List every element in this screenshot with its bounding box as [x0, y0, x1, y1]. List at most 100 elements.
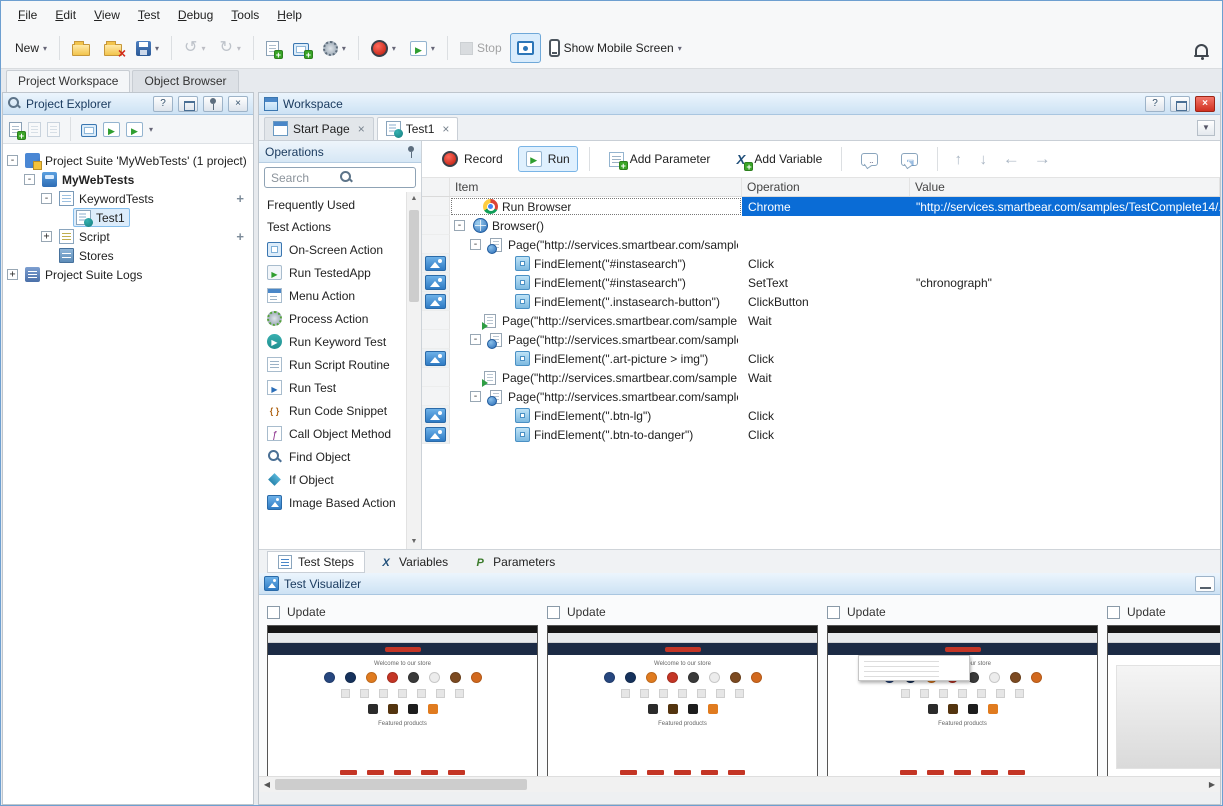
test-step-row[interactable]: -Page("http://services.smartbear.com/sam… — [422, 330, 1220, 349]
increase-indent-button[interactable]: → — [1030, 149, 1054, 169]
pin-icon[interactable] — [407, 146, 415, 159]
run-selected-icon[interactable] — [126, 122, 143, 137]
operations-group-frequently-used[interactable]: Frequently Used — [259, 194, 406, 216]
expander-icon[interactable]: - — [24, 174, 35, 185]
scroll-down-icon[interactable]: ▼ — [407, 535, 421, 549]
help-button[interactable]: ? — [1145, 96, 1165, 112]
visualizer-screenshot[interactable]: Welcome to our storeFeatured products — [267, 625, 538, 776]
tab-test1[interactable]: Test1× — [377, 117, 459, 140]
menu-item-test[interactable]: Test — [129, 4, 169, 26]
tree-row-script[interactable]: +Script+ — [3, 227, 253, 246]
add-child-button[interactable]: + — [236, 191, 244, 206]
test-step-row[interactable]: -Page("http://services.smartbear.com/sam… — [422, 387, 1220, 406]
expander-icon[interactable]: + — [41, 231, 52, 242]
run-project-icon[interactable] — [103, 122, 120, 137]
test-step-row[interactable]: Run BrowserChrome"http://services.smartb… — [422, 197, 1220, 216]
test-step-row[interactable]: Page("http://services.smartbear.com/samp… — [422, 311, 1220, 330]
test-step-row[interactable]: FindElement(".art-picture > img")Click — [422, 349, 1220, 368]
float-panel-button[interactable] — [178, 96, 198, 112]
scroll-up-icon[interactable]: ▲ — [407, 192, 421, 206]
test-step-row[interactable]: Page("http://services.smartbear.com/samp… — [422, 368, 1220, 387]
operation-image-based-action[interactable]: Image Based Action — [259, 491, 406, 514]
add-new-item-icon[interactable]: + — [9, 122, 22, 137]
expander-icon[interactable]: + — [7, 269, 18, 280]
mode-tab-project-workspace[interactable]: Project Workspace — [6, 70, 130, 92]
visualizer-screenshot[interactable]: Welcome to our storeFeatured products — [827, 625, 1098, 776]
column-header-operation[interactable]: Operation — [742, 178, 910, 196]
update-checkbox[interactable] — [547, 606, 560, 619]
move-down-button[interactable]: ↓ — [974, 151, 992, 168]
add-tested-app-button[interactable]: + — [287, 33, 315, 63]
visualizer-frame-icon[interactable] — [425, 427, 446, 442]
add-comment-button[interactable] — [853, 148, 886, 171]
help-button[interactable]: ? — [153, 96, 173, 112]
visualizer-frame-icon[interactable] — [425, 275, 446, 290]
add-child-button[interactable]: + — [236, 229, 244, 244]
operations-search-input[interactable]: Search — [264, 167, 416, 188]
tree-row-project-suite-logs[interactable]: +Project Suite Logs — [3, 265, 253, 284]
menu-item-help[interactable]: Help — [268, 4, 311, 26]
visualizer-frame-icon[interactable] — [425, 408, 446, 423]
update-checkbox[interactable] — [267, 606, 280, 619]
close-tab-icon[interactable]: × — [442, 122, 449, 136]
view-organizer-icon[interactable] — [81, 124, 97, 137]
test-step-row[interactable]: FindElement(".btn-lg")Click — [422, 406, 1220, 425]
move-up-button[interactable]: ↑ — [949, 151, 967, 168]
menu-item-file[interactable]: File — [9, 4, 46, 26]
close-project-button[interactable] — [98, 33, 128, 63]
operation-run-keyword-test[interactable]: Run Keyword Test — [259, 330, 406, 353]
notifications-button[interactable] — [1189, 33, 1214, 63]
operation-if-object[interactable]: If Object — [259, 468, 406, 491]
display-object-spy-toggle[interactable] — [510, 33, 541, 63]
operation-on-screen-action[interactable]: On-Screen Action — [259, 238, 406, 261]
tab-test-steps[interactable]: Test Steps — [267, 551, 365, 573]
test-step-row[interactable]: FindElement("#instasearch")SetText"chron… — [422, 273, 1220, 292]
expander-icon[interactable]: - — [470, 334, 481, 345]
close-tab-icon[interactable]: × — [358, 122, 365, 136]
add-variable-button[interactable]: X+Add Variable — [725, 147, 830, 172]
open-button[interactable] — [66, 33, 96, 63]
test-step-row[interactable]: FindElement(".instasearch-button")ClickB… — [422, 292, 1220, 311]
add-parameter-button[interactable]: +Add Parameter — [601, 147, 719, 172]
expander-icon[interactable]: - — [7, 155, 18, 166]
menu-item-tools[interactable]: Tools — [222, 4, 268, 26]
options-button[interactable]: ▾ — [317, 33, 352, 63]
scrollbar-thumb[interactable] — [275, 779, 527, 790]
show-mobile-screen-button[interactable]: Show Mobile Screen▾ — [543, 33, 688, 63]
tab-parameters[interactable]: Parameters — [462, 551, 566, 573]
new-button[interactable]: New▾ — [9, 33, 53, 63]
tree-row-stores[interactable]: Stores — [3, 246, 253, 265]
remove-item-icon[interactable] — [47, 122, 60, 137]
add-existing-item-icon[interactable] — [28, 122, 41, 137]
stop-button[interactable]: Stop — [454, 33, 508, 63]
close-panel-button[interactable]: × — [228, 96, 248, 112]
record-test-button[interactable]: ▾ — [365, 33, 402, 63]
close-panel-button[interactable]: × — [1195, 96, 1215, 112]
operation-run-test[interactable]: Run Test — [259, 376, 406, 399]
update-checkbox[interactable] — [1107, 606, 1120, 619]
tree-row-keywordtests[interactable]: -KeywordTests+ — [3, 189, 253, 208]
operation-run-script-routine[interactable]: Run Script Routine — [259, 353, 406, 376]
operation-run-testedapp[interactable]: Run TestedApp — [259, 261, 406, 284]
test-step-row[interactable]: -Browser() — [422, 216, 1220, 235]
operation-process-action[interactable]: Process Action — [259, 307, 406, 330]
decrease-indent-button[interactable]: ← — [999, 149, 1023, 169]
expander-icon[interactable]: - — [470, 239, 481, 250]
menu-item-view[interactable]: View — [85, 4, 129, 26]
run-test-button[interactable]: ▾ — [404, 33, 441, 63]
redo-button[interactable]: ↻▾ — [213, 33, 246, 63]
run-button[interactable]: Run — [518, 146, 578, 172]
operation-menu-action[interactable]: Menu Action — [259, 284, 406, 307]
test-step-row[interactable]: -Page("http://services.smartbear.com/sam… — [422, 235, 1220, 254]
test-step-row[interactable]: FindElement("#instasearch")Click — [422, 254, 1220, 273]
mode-tab-object-browser[interactable]: Object Browser — [132, 70, 238, 92]
tree-row-mywebtests[interactable]: -MyWebTests — [3, 170, 253, 189]
scroll-left-icon[interactable]: ◀ — [259, 780, 275, 789]
visualizer-screenshot[interactable]: Welcome to our storeFeatured products — [547, 625, 818, 776]
scroll-right-icon[interactable]: ▶ — [1204, 780, 1220, 789]
undo-button[interactable]: ↺▾ — [178, 33, 211, 63]
tab-list-dropdown[interactable]: ▼ — [1197, 120, 1215, 136]
visualizer-frame-icon[interactable] — [425, 351, 446, 366]
visualizer-frame-icon[interactable] — [425, 294, 446, 309]
test-step-row[interactable]: FindElement(".btn-to-danger")Click — [422, 425, 1220, 444]
